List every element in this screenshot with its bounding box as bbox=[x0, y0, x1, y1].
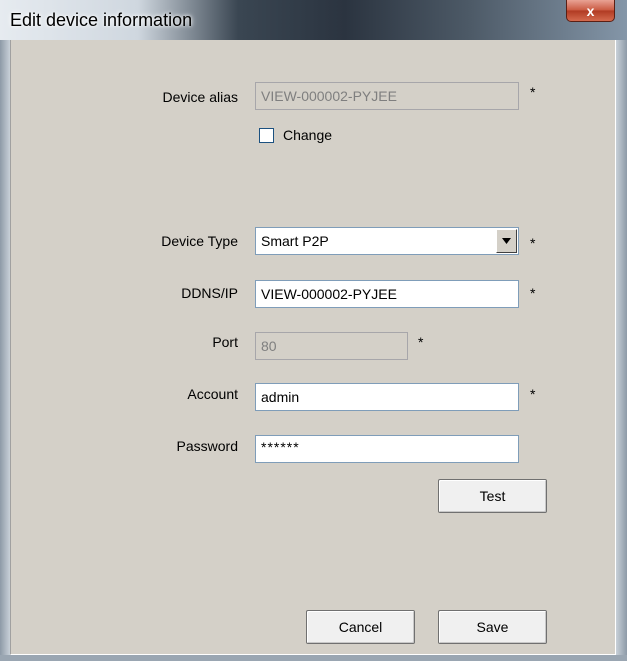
test-button[interactable]: Test bbox=[438, 479, 547, 513]
ddns-ip-field[interactable]: VIEW-000002-PYJEE bbox=[255, 280, 519, 308]
port-field: 80 bbox=[255, 332, 408, 360]
port-required-mark: * bbox=[418, 334, 424, 350]
change-checkbox[interactable] bbox=[259, 128, 274, 143]
device-alias-required-mark: * bbox=[530, 84, 536, 100]
edit-device-dialog: Edit device information x Device alias V… bbox=[0, 0, 627, 661]
device-alias-label: Device alias bbox=[162, 89, 238, 105]
device-type-dropdown-button[interactable] bbox=[496, 229, 517, 253]
close-button[interactable]: x bbox=[566, 0, 615, 22]
window-title: Edit device information bbox=[10, 10, 193, 30]
title-bar[interactable]: Edit device information x bbox=[0, 0, 627, 40]
device-type-required-mark: * bbox=[530, 235, 536, 251]
ddns-ip-label: DDNS/IP bbox=[181, 285, 238, 301]
device-type-label: Device Type bbox=[161, 233, 238, 249]
port-label: Port bbox=[212, 334, 238, 350]
window-frame-left bbox=[0, 40, 10, 661]
account-required-mark: * bbox=[530, 386, 536, 402]
ddns-ip-required-mark: * bbox=[530, 285, 536, 301]
password-label: Password bbox=[176, 438, 238, 454]
account-label: Account bbox=[187, 386, 238, 402]
close-icon: x bbox=[586, 2, 595, 19]
save-button[interactable]: Save bbox=[438, 610, 547, 644]
device-type-select[interactable]: Smart P2P bbox=[255, 227, 519, 255]
password-field[interactable]: ****** bbox=[255, 435, 519, 463]
device-type-value: Smart P2P bbox=[261, 233, 329, 249]
window-frame-bottom bbox=[0, 655, 627, 661]
change-checkbox-label[interactable]: Change bbox=[283, 127, 332, 143]
window-frame-right bbox=[616, 40, 627, 661]
device-alias-field: VIEW-000002-PYJEE bbox=[255, 82, 519, 110]
chevron-down-icon bbox=[502, 238, 511, 244]
account-field[interactable]: admin bbox=[255, 383, 519, 411]
cancel-button[interactable]: Cancel bbox=[306, 610, 415, 644]
